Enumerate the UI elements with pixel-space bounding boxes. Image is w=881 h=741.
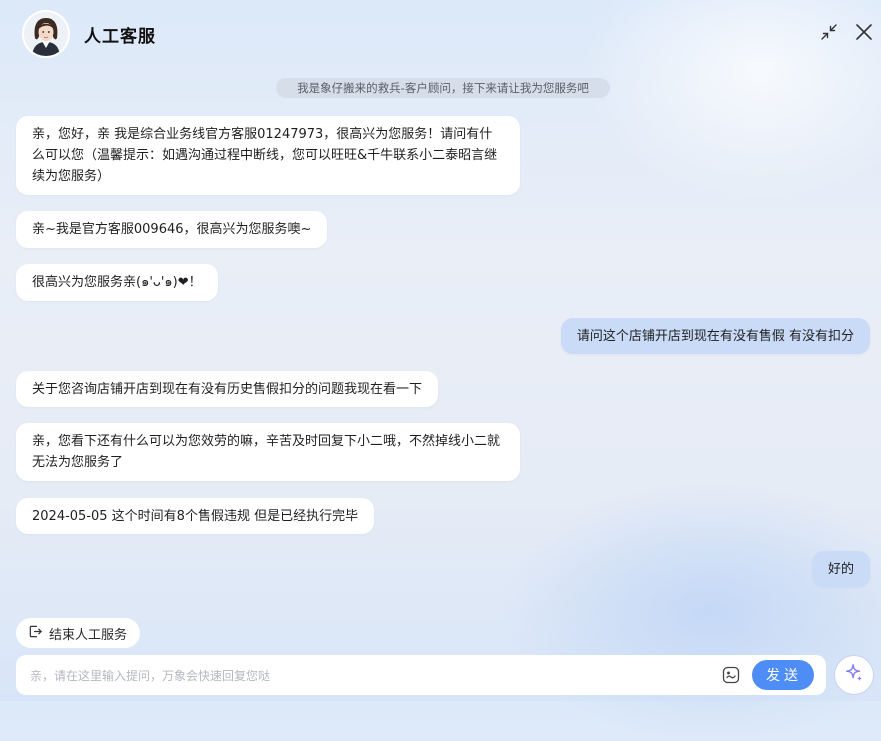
end-service-button[interactable]: 结束人工服务 [16, 618, 141, 648]
exit-icon [28, 624, 43, 643]
agent-message: 关于您咨询店铺开店到现在有没有历史售假扣分的问题我现在看一下 [16, 371, 439, 407]
agent-message: 很高兴为您服务亲(๑'ᴗ'๑)❤！ [16, 264, 218, 301]
agent-message: 2024-05-05 这个时间有8个售假违规 但是已经执行完毕 [16, 498, 375, 534]
ai-assistant-button[interactable] [834, 655, 874, 695]
chat-header: 人工客服 [0, 0, 881, 68]
agent-avatar [22, 10, 70, 58]
close-icon[interactable] [853, 21, 875, 43]
message-input-box: 发送 [16, 655, 826, 695]
agent-message: 亲，您看下还有什么可以为您效劳的嘛，辛苦及时回复下小二哦，不然掉线小二就无法为您… [16, 423, 520, 481]
chat-title: 人工客服 [84, 27, 156, 47]
send-button[interactable]: 发送 [752, 660, 814, 690]
end-service-label: 结束人工服务 [49, 627, 128, 643]
user-message: 请问这个店铺开店到现在有没有售假 有没有扣分 [560, 318, 870, 354]
emoji-icon[interactable] [721, 665, 741, 685]
agent-message: 亲~我是官方客服009646，很高兴为您服务噢~ [16, 211, 328, 248]
minimize-icon[interactable] [818, 21, 840, 43]
user-message: 好的 [811, 551, 870, 587]
sparkle-icon [843, 662, 865, 688]
message-input[interactable] [28, 665, 712, 687]
agent-message: 亲，您好，亲 我是综合业务线官方客服01247973，很高兴为您服务！请问有什么… [16, 116, 520, 195]
system-notice: 我是象仔搬来的救兵-客户顾问，接下来请让我为您服务吧 [276, 78, 610, 98]
